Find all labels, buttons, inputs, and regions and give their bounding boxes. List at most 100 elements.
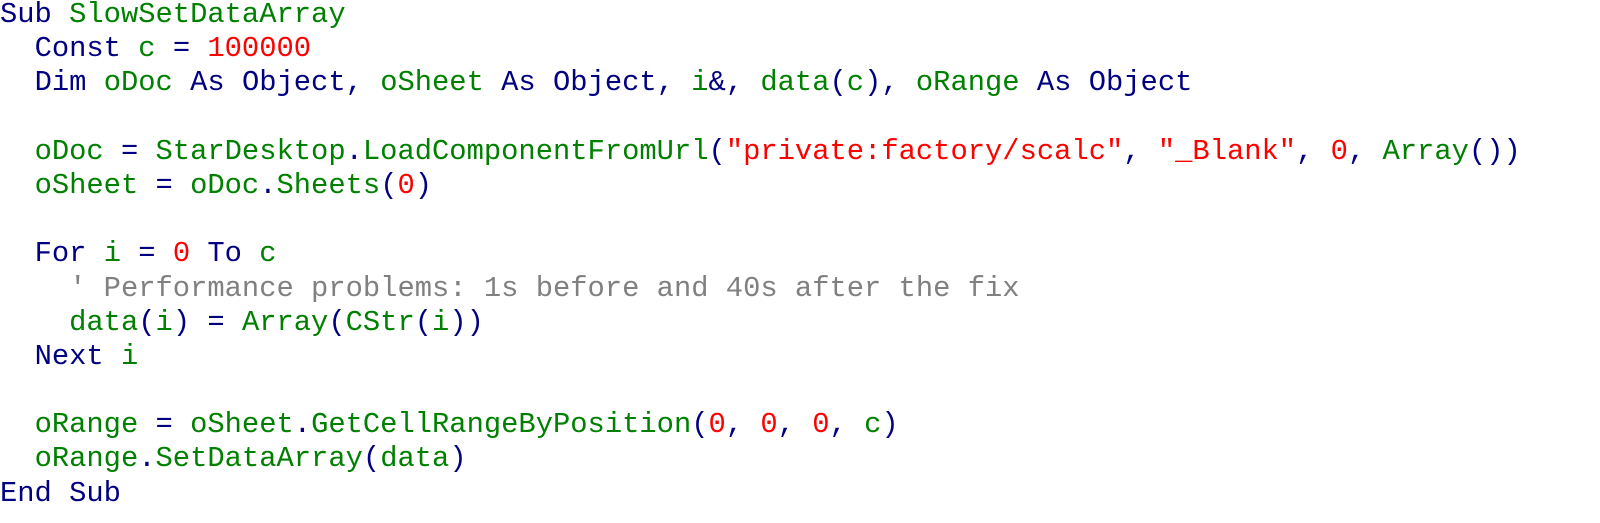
operator: = <box>155 168 173 202</box>
identifier: data <box>380 442 450 476</box>
operator: & <box>708 66 726 100</box>
code-line-1: Sub SlowSetDataArray <box>0 0 1521 32</box>
identifier: Array <box>1382 134 1469 168</box>
operator: ( <box>691 408 709 442</box>
string-literal: "private:factory/scalc" <box>725 134 1124 168</box>
operator: , <box>725 66 744 100</box>
number-literal: 0 <box>397 168 415 202</box>
identifier: oSheet <box>190 408 294 442</box>
keyword: Object <box>553 66 657 100</box>
identifier: oDoc <box>103 66 173 100</box>
operator: ) <box>1503 134 1521 168</box>
number-literal: 0 <box>812 408 830 442</box>
identifier: i <box>691 66 709 100</box>
identifier: c <box>259 237 277 271</box>
keyword: Sub <box>0 0 52 31</box>
identifier: LoadComponentFromUrl <box>362 134 709 168</box>
identifier: data <box>760 66 830 100</box>
operator: ( <box>708 134 726 168</box>
code-line-5: oDoc = StarDesktop.LoadComponentFromUrl(… <box>0 135 1521 169</box>
identifier: c <box>138 32 156 66</box>
operator: . <box>259 168 277 202</box>
identifier: oDoc <box>190 168 260 202</box>
code-line-15: End Sub <box>0 477 1521 511</box>
identifier: Sheets <box>276 168 381 202</box>
identifier: oSheet <box>34 168 139 202</box>
code-line-12: ​ <box>0 374 1521 408</box>
identifier: oRange <box>915 66 1020 100</box>
identifier: oSheet <box>380 66 484 100</box>
string-literal: "_Blank" <box>1157 134 1297 168</box>
identifier: c <box>846 66 865 100</box>
keyword: As <box>501 66 536 100</box>
keyword: As <box>190 66 225 100</box>
code-line-8: For i = 0 To c <box>0 237 1521 271</box>
number-literal: 0 <box>1330 134 1348 168</box>
operator: , <box>829 408 847 442</box>
code-line-3: Dim oDoc As Object, oSheet As Object, i&… <box>0 66 1521 100</box>
operator: ) <box>449 305 467 339</box>
operator: , <box>656 66 674 100</box>
code-line-6: oSheet = oDoc.Sheets(0) <box>0 169 1521 203</box>
identifier: i <box>120 339 139 373</box>
operator: ) <box>1486 134 1504 168</box>
operator: ( <box>1468 134 1487 168</box>
operator: , <box>777 408 795 442</box>
identifier: StarDesktop <box>155 134 346 168</box>
identifier: oRange <box>34 408 139 442</box>
identifier: data <box>69 305 139 339</box>
keyword: Next <box>34 339 104 373</box>
operator: = <box>155 408 173 442</box>
number-literal: 100000 <box>207 32 312 66</box>
code-line-10: data(i) = Array(CStr(i)) <box>0 306 1521 340</box>
operator: ) <box>414 168 433 202</box>
operator: ) <box>172 305 191 339</box>
operator: ) <box>864 66 882 100</box>
keyword: Object <box>1088 66 1193 100</box>
code-line-2: Const c = 100000 <box>0 32 1521 66</box>
keyword: To <box>207 237 242 271</box>
operator: ) <box>466 305 484 339</box>
code-editor[interactable]: Sub SlowSetDataArray Const c = 100000 Di… <box>0 0 1521 511</box>
keyword: End <box>0 476 52 510</box>
code-line-14: oRange.SetDataArray(data) <box>0 442 1521 476</box>
operator: , <box>1123 134 1141 168</box>
operator: . <box>293 408 312 442</box>
operator: . <box>138 442 156 476</box>
identifier: GetCellRangeByPosition <box>311 408 692 442</box>
operator: ) <box>881 408 899 442</box>
operator: ( <box>380 168 398 202</box>
number-literal: 0 <box>708 408 726 442</box>
operator: . <box>345 134 363 168</box>
